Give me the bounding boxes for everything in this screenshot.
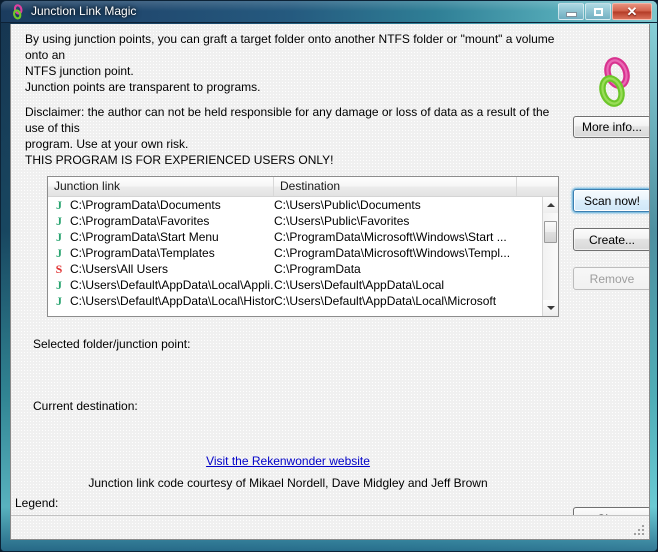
- title-bar[interactable]: Junction Link Magic ✕: [1, 1, 657, 23]
- row-destination: C:\Users\Public\Documents: [274, 198, 421, 212]
- window-title: Junction Link Magic: [31, 4, 137, 18]
- row-destination: C:\ProgramData\Microsoft\Windows\Start .…: [274, 230, 507, 244]
- row-type-icon: J: [56, 246, 62, 260]
- row-destination: C:\ProgramData\Microsoft\Windows\Templ..…: [274, 246, 511, 260]
- desktop-background: Junction Link Magic ✕ By using junction …: [0, 0, 658, 552]
- disclaimer-line-1: Disclaimer: the author can not be held r…: [25, 105, 550, 135]
- list-header-row: Junction link Destination: [48, 177, 558, 197]
- column-header-extra[interactable]: [517, 177, 558, 196]
- window-close-button[interactable]: ✕: [612, 3, 652, 20]
- list-vertical-scrollbar[interactable]: [542, 197, 558, 316]
- maximize-button[interactable]: [585, 3, 611, 20]
- minimize-icon: [559, 4, 583, 19]
- row-type-icon: J: [56, 294, 62, 308]
- disclaimer-warning: THIS PROGRAM IS FOR EXPERIENCED USERS ON…: [25, 153, 334, 167]
- row-destination: C:\ProgramData: [274, 262, 361, 276]
- table-row[interactable]: J C:\ProgramData\Favorites C:\Users\Publ…: [48, 213, 543, 229]
- client-area: By using junction points, you can graft …: [10, 24, 650, 540]
- description-line-2: NTFS junction point.: [25, 64, 134, 78]
- app-logo-chain-link-icon: [593, 57, 637, 109]
- disclaimer-line-2: program. Use at your own risk.: [25, 137, 189, 151]
- create-button[interactable]: Create...: [573, 228, 649, 251]
- legend-title: Legend:: [15, 496, 59, 510]
- junction-list[interactable]: Junction link Destination J C:\ProgramDa…: [47, 176, 559, 317]
- description-line-1: By using junction points, you can graft …: [25, 32, 555, 62]
- table-row[interactable]: J C:\ProgramData\Start Menu C:\ProgramDa…: [48, 229, 543, 245]
- scroll-down-arrow-icon[interactable]: [543, 300, 558, 316]
- list-body[interactable]: J C:\ProgramData\Documents C:\Users\Publ…: [48, 197, 543, 316]
- row-junction-link: C:\ProgramData\Start Menu: [70, 230, 219, 244]
- description-line-3: Junction points are transparent to progr…: [25, 80, 261, 94]
- scrollbar-track[interactable]: [543, 213, 558, 300]
- scroll-up-arrow-icon[interactable]: [543, 197, 558, 213]
- status-bar: [11, 515, 649, 539]
- table-row[interactable]: J C:\Users\Default\AppData\Local\History…: [48, 293, 543, 309]
- resize-grip[interactable]: [633, 524, 646, 537]
- row-junction-link: C:\Users\Default\AppData\Local\Appli...: [70, 278, 274, 292]
- table-row[interactable]: J C:\ProgramData\Templates C:\ProgramDat…: [48, 245, 543, 261]
- application-window: Junction Link Magic ✕ By using junction …: [0, 0, 658, 552]
- row-junction-link: C:\Users\All Users: [70, 262, 169, 276]
- credits-text: Junction link code courtesy of Mikael No…: [88, 476, 488, 490]
- website-link[interactable]: Visit the Rekenwonder website: [11, 454, 565, 468]
- row-destination: C:\Users\Default\AppData\Local\Microsoft: [274, 294, 497, 308]
- scrollbar-thumb[interactable]: [544, 221, 557, 243]
- column-header-destination[interactable]: Destination: [274, 177, 517, 196]
- table-row[interactable]: J C:\Users\Default\AppData\Local\Appli..…: [48, 277, 543, 293]
- row-destination: C:\Users\Default\AppData\Local: [274, 278, 445, 292]
- table-row[interactable]: S C:\Users\All Users C:\ProgramData: [48, 261, 543, 277]
- remove-button: Remove: [573, 267, 649, 290]
- minimize-button[interactable]: [558, 3, 584, 20]
- more-info-button[interactable]: More info...: [573, 116, 649, 138]
- row-type-icon: J: [56, 230, 62, 244]
- description-block: By using junction points, you can graft …: [25, 31, 555, 168]
- row-junction-link: C:\Users\Default\AppData\Local\History: [70, 294, 274, 308]
- table-row[interactable]: J C:\ProgramData\Documents C:\Users\Publ…: [48, 197, 543, 213]
- row-junction-link: C:\ProgramData\Favorites: [70, 214, 210, 228]
- selected-folder-label: Selected folder/junction point:: [33, 337, 191, 351]
- row-junction-link: C:\ProgramData\Documents: [70, 198, 221, 212]
- row-type-icon: J: [56, 198, 62, 212]
- row-junction-link: C:\ProgramData\Templates: [70, 246, 215, 260]
- row-type-icon: S: [55, 262, 63, 276]
- maximize-icon: [586, 4, 610, 19]
- row-type-icon: J: [56, 278, 62, 292]
- row-type-icon: J: [56, 214, 62, 228]
- chain-link-icon: [10, 4, 26, 20]
- current-destination-label: Current destination:: [33, 399, 138, 413]
- column-header-junction-link[interactable]: Junction link: [48, 177, 274, 196]
- row-destination: C:\Users\Public\Favorites: [274, 214, 410, 228]
- close-icon: ✕: [626, 4, 638, 19]
- scan-now-button[interactable]: Scan now!: [573, 189, 649, 212]
